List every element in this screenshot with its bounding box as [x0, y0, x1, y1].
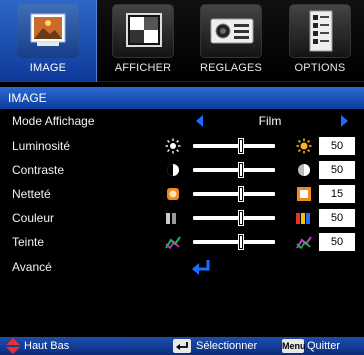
sun-small-icon — [165, 138, 181, 154]
contrast-high-icon — [298, 164, 310, 176]
menu-key-icon: Menu — [282, 339, 306, 353]
picture-icon — [17, 4, 79, 58]
contrast-slider[interactable] — [193, 162, 275, 178]
color-row[interactable]: Couleur 50 — [0, 206, 364, 230]
tab-image[interactable]: IMAGE — [0, 0, 97, 82]
tab-options[interactable]: OPTIONS — [276, 0, 364, 82]
sharpness-value: 15 — [319, 185, 355, 203]
brightness-value: 50 — [319, 137, 355, 155]
display-icon — [112, 4, 174, 58]
advanced-row[interactable]: Avancé — [0, 255, 364, 279]
options-checklist-icon — [289, 4, 351, 58]
tint-value: 50 — [319, 233, 355, 251]
color-high-icon — [296, 213, 310, 224]
row-label: Teinte — [12, 235, 45, 249]
display-mode-row[interactable]: Mode Affichage Film — [0, 109, 364, 133]
tint-right-icon — [296, 236, 312, 250]
row-label: Netteté — [12, 187, 51, 201]
enter-arrow-icon[interactable] — [190, 258, 212, 276]
projector-settings-icon — [200, 4, 262, 58]
select-hint: Sélectionner — [196, 340, 258, 352]
slider-knob[interactable] — [238, 210, 244, 226]
row-label: Couleur — [12, 211, 55, 225]
row-label: Luminosité — [12, 139, 71, 153]
contrast-value: 50 — [319, 161, 355, 179]
row-label: Contraste — [12, 163, 65, 177]
sun-bright-icon — [296, 138, 312, 154]
nav-hint: Haut Bas — [24, 340, 70, 352]
tint-row[interactable]: Teinte 50 — [0, 230, 364, 254]
brightness-row[interactable]: Luminosité 50 — [0, 134, 364, 158]
row-label: Avancé — [12, 260, 52, 274]
tab-reglages[interactable]: REGLAGES — [188, 0, 274, 82]
color-value: 50 — [319, 209, 355, 227]
up-down-icon — [6, 338, 20, 354]
sharpness-sharp-icon — [297, 187, 311, 201]
slider-knob[interactable] — [238, 186, 244, 202]
tab-label: IMAGE — [29, 62, 67, 74]
tab-label: AFFICHER — [114, 62, 172, 74]
enter-key-icon — [173, 339, 191, 353]
contrast-row[interactable]: Contraste 50 — [0, 158, 364, 182]
sharpness-row[interactable]: Netteté 15 — [0, 182, 364, 206]
sharpness-soft-icon — [167, 188, 179, 200]
sharpness-slider[interactable] — [193, 186, 275, 202]
color-low-icon — [166, 213, 176, 224]
tint-left-icon — [165, 236, 181, 250]
display-mode-value: Film — [258, 114, 282, 128]
osd-menu: IMAGE AFFICHER REGLAGES OPTIONS IMAGE Mo… — [0, 0, 364, 355]
color-slider[interactable] — [193, 210, 275, 226]
row-label: Mode Affichage — [12, 114, 95, 128]
tab-afficher[interactable]: AFFICHER — [100, 0, 186, 82]
contrast-low-icon — [167, 164, 179, 176]
slider-knob[interactable] — [238, 162, 244, 178]
footer-bar: Haut Bas Sélectionner Menu Quitter — [0, 337, 364, 355]
arrow-left-icon[interactable] — [196, 115, 203, 127]
tab-label: OPTIONS — [294, 62, 346, 74]
arrow-right-icon[interactable] — [341, 115, 348, 127]
slider-knob[interactable] — [238, 234, 244, 250]
quit-hint: Quitter — [307, 340, 341, 352]
section-title: IMAGE — [0, 87, 364, 109]
tint-slider[interactable] — [193, 234, 275, 250]
brightness-slider[interactable] — [193, 138, 275, 154]
tab-label: REGLAGES — [199, 62, 263, 74]
tab-bar: IMAGE AFFICHER REGLAGES OPTIONS — [0, 0, 364, 82]
slider-knob[interactable] — [238, 138, 244, 154]
